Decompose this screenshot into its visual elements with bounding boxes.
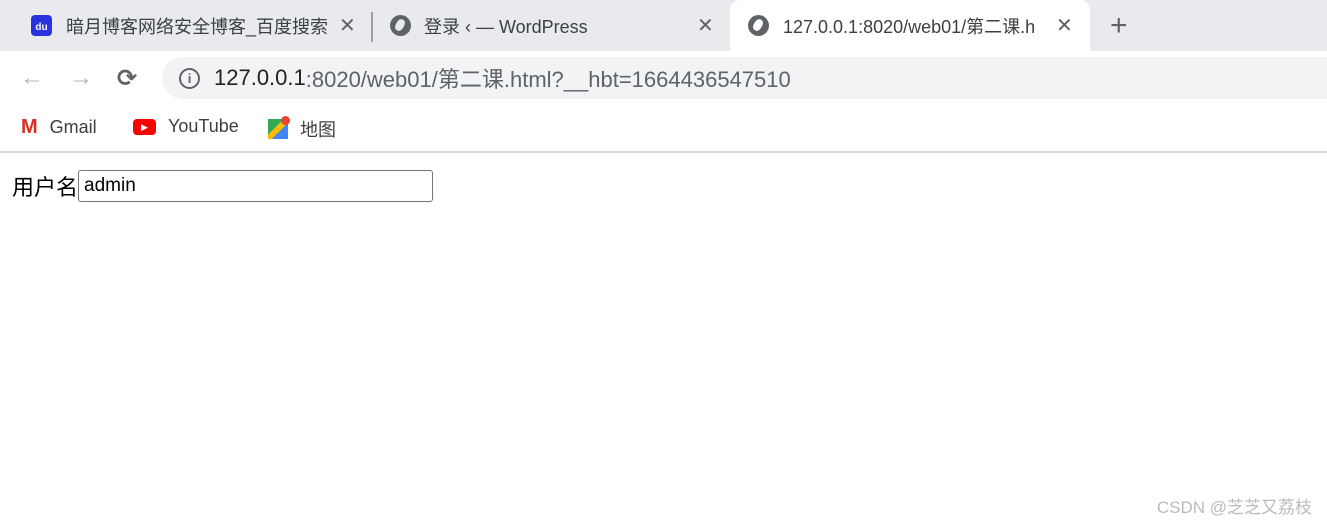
tab-active-page[interactable]: 127.0.0.1:8020/web01/第二课.h ✕: [730, 0, 1090, 51]
close-tab-icon[interactable]: ✕: [339, 13, 356, 38]
bookmark-youtube[interactable]: ▶ YouTube: [133, 116, 239, 137]
tab-title: 127.0.0.1:8020/web01/第二课.h: [783, 16, 1036, 37]
url-path: :8020/web01/第二课.html?__hbt=1664436547510: [305, 67, 791, 92]
globe-icon: [390, 15, 411, 36]
bookmarks-bar: M Gmail ▶ YouTube 地图: [0, 103, 1327, 153]
bookmark-label: Gmail: [49, 117, 97, 137]
url-host: 127.0.0.1: [214, 65, 306, 90]
gmail-icon: M: [21, 116, 38, 138]
username-input[interactable]: [78, 170, 434, 202]
bookmark-maps[interactable]: 地图: [268, 116, 336, 142]
tab-title: 暗月博客网络安全博客_百度搜索: [66, 16, 329, 37]
baidu-paw-icon: du: [31, 15, 52, 36]
tab-title: 登录 ‹ — WordPress: [424, 16, 588, 37]
tab-baidu[interactable]: du 暗月博客网络安全博客_百度搜索 ✕: [0, 0, 370, 51]
watermark: CSDN @芝芝又荔枝: [1156, 498, 1312, 517]
info-icon[interactable]: i: [179, 67, 200, 89]
new-tab-button[interactable]: +: [1110, 9, 1128, 43]
close-tab-icon[interactable]: ✕: [1056, 13, 1073, 38]
tab-wordpress[interactable]: 登录 ‹ — WordPress ✕: [373, 0, 730, 51]
tab-strip: du 暗月博客网络安全博客_百度搜索 ✕ 登录 ‹ — WordPress ✕ …: [0, 0, 1327, 51]
toolbar: ← → ⟳ i 127.0.0.1:8020/web01/第二课.html?__…: [0, 51, 1327, 103]
globe-icon: [748, 15, 769, 36]
bookmark-gmail[interactable]: M Gmail: [21, 116, 97, 139]
bookmark-label: 地图: [300, 120, 336, 140]
close-tab-icon[interactable]: ✕: [697, 13, 714, 38]
bookmark-label: YouTube: [168, 116, 239, 136]
address-bar[interactable]: i 127.0.0.1:8020/web01/第二课.html?__hbt=16…: [162, 57, 1327, 99]
username-label: 用户名: [12, 175, 79, 200]
reload-button[interactable]: ⟳: [117, 64, 137, 93]
back-button[interactable]: ←: [20, 64, 44, 92]
forward-button[interactable]: →: [69, 64, 93, 92]
maps-icon: [268, 116, 290, 139]
login-form: 用户名: [12, 170, 434, 202]
youtube-icon: ▶: [133, 118, 156, 135]
